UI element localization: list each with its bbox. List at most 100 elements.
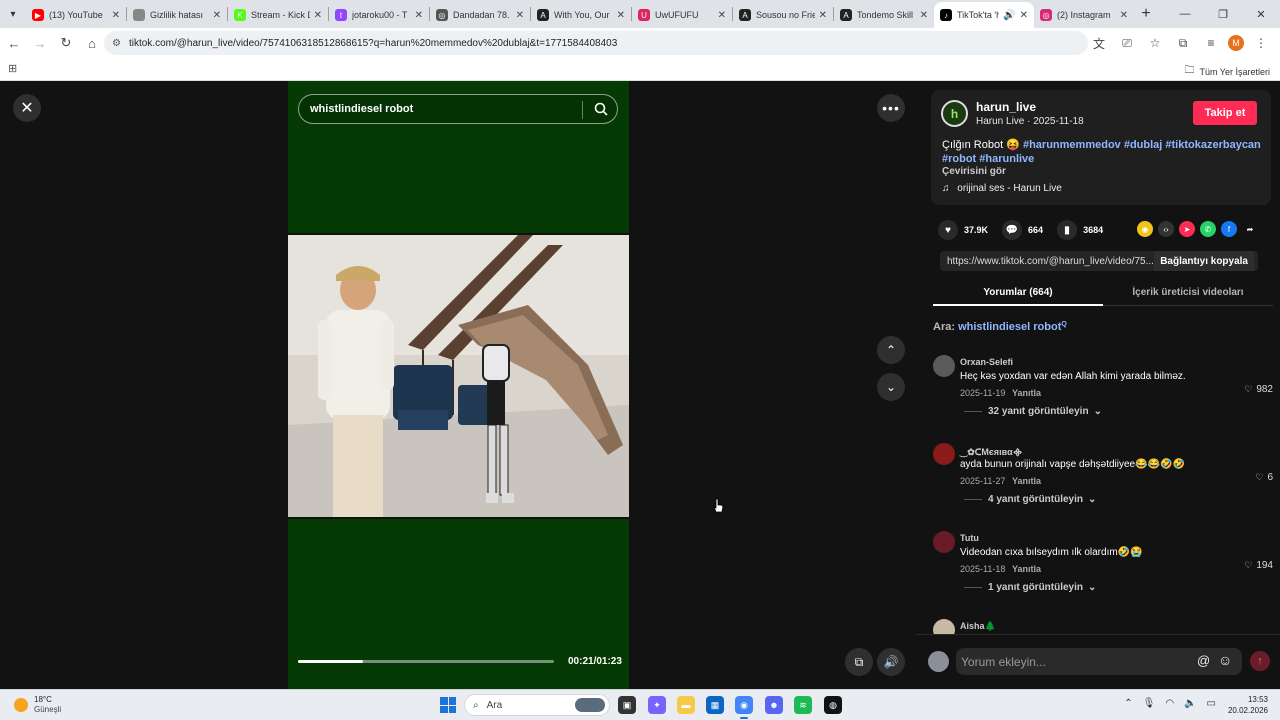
copy-link-button[interactable]: Bağlantıyı kopyala (1154, 251, 1254, 271)
tab-search-button[interactable]: ▾ (0, 0, 26, 28)
reply-button[interactable]: Yanıtla (1012, 476, 1041, 486)
comment-username[interactable]: Aisha🌲 (960, 621, 996, 632)
discord-icon[interactable]: ☻ (765, 696, 783, 714)
tab-close-icon[interactable]: ✕ (415, 10, 423, 21)
embed-icon[interactable]: ‹› (1158, 221, 1174, 237)
comment-like-button[interactable]: ♡ 982 (1244, 384, 1273, 395)
comment-username[interactable]: Orxan-Selefi (960, 357, 1013, 367)
music-info[interactable]: ♫ orijinal ses - Harun Live (942, 183, 1062, 194)
reply-button[interactable]: Yanıtla (1012, 388, 1041, 398)
caption-hashtags-2[interactable]: #robot #harunlive (942, 153, 1034, 165)
address-bar[interactable]: ⚙ tiktok.com/@harun_live/video/757410631… (104, 31, 1088, 55)
coin-icon[interactable]: ◉ (1137, 221, 1153, 237)
previous-video-button[interactable]: ⌃ (877, 336, 905, 364)
battery-icon[interactable]: ▭ (1207, 698, 1216, 709)
comment-like-button[interactable]: ♡ 194 (1244, 560, 1273, 571)
search-icon[interactable] (594, 102, 608, 119)
site-info-icon[interactable]: ⚙ (112, 38, 121, 49)
speaker-icon[interactable]: 🔈 (1184, 698, 1196, 709)
comment-like-button[interactable]: ♡ 6 (1255, 472, 1273, 483)
browser-tab[interactable]: Gizlilik hatası ✕ (127, 2, 227, 28)
next-video-button[interactable]: ⌄ (877, 373, 905, 401)
save-button[interactable]: ▮ 3684 (1057, 220, 1103, 240)
wifi-icon[interactable]: ◠ (1165, 698, 1174, 709)
store-icon[interactable]: ▦ (706, 696, 724, 714)
all-bookmarks-button[interactable]: 🗀 Tüm Yer İşaretleri (1184, 63, 1270, 80)
emoji-icon[interactable]: ☺ (1218, 652, 1232, 668)
browser-tab[interactable]: t jotaroku00 - T ✕ (329, 2, 429, 28)
tab-comments[interactable]: Yorumlar (664) (933, 282, 1103, 306)
close-window-button[interactable]: ✕ (1242, 0, 1280, 28)
browser-tab[interactable]: ▶ (13) YouTube ✕ (26, 2, 126, 28)
new-tab-button[interactable]: + (1134, 5, 1158, 23)
browser-tab[interactable]: U UwUFUFU ✕ (632, 2, 732, 28)
like-button[interactable]: ♥ 37.9K (938, 220, 988, 240)
profile-avatar[interactable]: M (1228, 35, 1244, 51)
maximize-button[interactable]: ❐ (1204, 0, 1242, 28)
browser-menu-icon[interactable]: ⋮ (1250, 31, 1272, 55)
translate-icon[interactable]: 文 (1088, 31, 1110, 55)
send-icon[interactable]: ➤ (1179, 221, 1195, 237)
tab-close-icon[interactable]: ✕ (920, 10, 928, 21)
reply-button[interactable]: Yanıtla (1012, 564, 1041, 574)
tab-close-icon[interactable]: ✕ (213, 10, 221, 21)
video-progress-bar[interactable] (298, 660, 554, 663)
comment-avatar[interactable] (933, 355, 955, 377)
caption-hashtags[interactable]: #harunmemmedov #dublaj #tiktokazerbaycan (1023, 139, 1261, 151)
tab-close-icon[interactable]: ✕ (314, 10, 322, 21)
close-video-button[interactable]: ✕ (13, 94, 41, 122)
back-button[interactable]: ← (2, 31, 26, 55)
browser-tab[interactable]: ♪ TikTok'ta 'h 🔊 ✕ (934, 2, 1034, 28)
tab-close-icon[interactable]: ✕ (617, 10, 625, 21)
media-icon[interactable]: ≡ (1200, 31, 1222, 55)
follow-button[interactable]: Takip et (1193, 101, 1257, 125)
creator-avatar[interactable]: h (941, 100, 968, 127)
chrome-icon[interactable]: ◉ (735, 696, 753, 719)
comment-button[interactable]: 💬 664 (1002, 220, 1043, 240)
tab-close-icon[interactable]: ✕ (516, 10, 524, 21)
steam-icon[interactable]: ◍ (824, 696, 842, 714)
bookmark-star-icon[interactable]: ☆ (1144, 31, 1166, 55)
comment-username[interactable]: ‿✿ᑕMєяιвα᯽ (960, 445, 1023, 458)
taskbar-clock[interactable]: 13:53 20.02.2026 (1228, 694, 1268, 716)
share-link-url[interactable]: https://www.tiktok.com/@harun_live/video… (947, 256, 1154, 267)
comment-avatar[interactable] (933, 531, 955, 553)
browser-tab[interactable]: A Sousou no Frie ✕ (733, 2, 833, 28)
tab-close-icon[interactable]: ✕ (1120, 10, 1128, 21)
browser-tab[interactable]: ◎ Dandadan 78. ✕ (430, 2, 530, 28)
view-replies-button[interactable]: 1 yanıt görüntüleyin ⌄ (964, 582, 1096, 593)
tray-expand-icon[interactable]: ⌃ (1124, 698, 1132, 709)
tab-close-icon[interactable]: ✕ (819, 10, 827, 21)
microphone-icon[interactable]: 🎙 (1143, 698, 1156, 709)
video-player[interactable]: whistlindiesel robot 00:21/01:23 (288, 81, 629, 689)
forward-button[interactable]: → (28, 31, 52, 55)
file-explorer-icon[interactable]: ▬ (677, 696, 695, 714)
tab-close-icon[interactable]: ✕ (718, 10, 726, 21)
extensions-icon[interactable]: ⧉ (1172, 31, 1194, 55)
tab-close-icon[interactable]: ✕ (1020, 10, 1028, 21)
task-view-icon[interactable]: ▣ (618, 696, 636, 714)
tab-creator-videos[interactable]: İçerik üreticisi videoları (1103, 282, 1273, 306)
apps-grid-icon[interactable]: ⊞ (8, 62, 17, 75)
comment-username[interactable]: Tutu (960, 533, 979, 543)
taskbar-search[interactable]: ⌕ Ara (464, 694, 610, 716)
share-arrow-icon[interactable]: ➦ (1242, 221, 1258, 237)
tab-close-icon[interactable]: ✕ (112, 10, 120, 21)
browser-tab[interactable]: A With You, Our ✕ (531, 2, 631, 28)
volume-button[interactable]: 🔊 (877, 648, 905, 676)
tab-audio-icon[interactable]: 🔊 (1003, 10, 1015, 21)
start-button[interactable] (440, 697, 456, 713)
cast-icon[interactable]: ⎚ (1116, 31, 1138, 55)
see-translation-link[interactable]: Çevirisini gör (942, 166, 1006, 177)
browser-tab[interactable]: A Tondemo Skill ✕ (834, 2, 934, 28)
browser-tab[interactable]: ◎ (2) Instagram ✕ (1034, 2, 1134, 28)
creator-username[interactable]: harun_live (976, 100, 1036, 114)
weather-widget[interactable]: 18°C Güneşli (14, 695, 61, 715)
facebook-icon[interactable]: f (1221, 221, 1237, 237)
copilot-icon[interactable]: ✦ (648, 696, 666, 714)
more-options-button[interactable]: ••• (877, 94, 905, 122)
browser-tab[interactable]: K Stream - Kick D ✕ (228, 2, 328, 28)
minimize-button[interactable]: — (1166, 0, 1204, 28)
spotify-icon[interactable]: ≋ (794, 696, 812, 714)
send-comment-button[interactable]: ↑ (1250, 651, 1270, 671)
